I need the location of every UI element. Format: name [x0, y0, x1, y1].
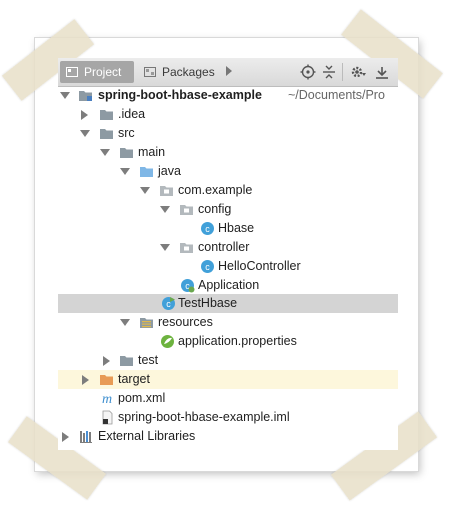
tree-row-idea[interactable]: .idea: [58, 105, 398, 124]
collapse-arrow-icon[interactable]: [81, 110, 88, 120]
test-class-icon: c: [162, 297, 175, 310]
tree-row-java[interactable]: java: [58, 162, 398, 181]
tree-row-test-hbase[interactable]: c TestHbase: [58, 294, 398, 313]
test-label: test: [138, 353, 159, 367]
expand-arrow-icon[interactable]: [60, 92, 70, 99]
tree-row-resources[interactable]: resources: [58, 313, 398, 332]
pom-label: pom.xml: [118, 391, 166, 405]
project-toolbar: Project Packages: [58, 58, 398, 87]
folder-icon: [100, 129, 113, 139]
class-icon: c: [201, 260, 214, 273]
expand-arrow-icon[interactable]: [100, 149, 110, 156]
package-label: com.example: [178, 183, 253, 197]
svg-text:c: c: [205, 262, 210, 272]
tree-row-iml[interactable]: spring-boot-hbase-example.iml: [58, 408, 398, 427]
tree-row-package[interactable]: com.example: [58, 181, 398, 200]
project-tool-window: Project Packages spring-boot-hbase-examp…: [58, 58, 398, 450]
expand-arrow-icon[interactable]: [120, 319, 130, 326]
expand-arrow-icon[interactable]: [80, 130, 90, 137]
target-icon[interactable]: [300, 64, 316, 80]
hello-controller-label: HelloController: [218, 259, 301, 273]
resources-folder-icon: [140, 318, 153, 328]
source-folder-icon: [140, 167, 153, 177]
src-label: src: [118, 126, 135, 140]
libraries-icon: [80, 431, 92, 443]
packages-view-icon: [144, 67, 156, 77]
module-file-icon: [102, 410, 113, 425]
java-label: java: [158, 164, 181, 178]
package-icon: [180, 243, 193, 253]
expand-arrow-icon[interactable]: [160, 206, 170, 213]
tab-project[interactable]: Project: [60, 61, 134, 83]
resources-label: resources: [158, 315, 213, 329]
maven-icon: m: [102, 392, 112, 406]
tree-row-external-libraries[interactable]: External Libraries: [58, 427, 398, 446]
tab-packages[interactable]: Packages: [138, 61, 224, 83]
more-tabs-arrow-icon[interactable]: [226, 66, 232, 76]
svg-text:m: m: [102, 392, 112, 406]
excluded-folder-icon: [100, 375, 113, 385]
expand-arrow-icon[interactable]: [160, 244, 170, 251]
tree-row-hello-controller[interactable]: c HelloController: [58, 257, 398, 276]
test-hbase-label: TestHbase: [178, 296, 238, 310]
collapse-arrow-icon[interactable]: [62, 432, 69, 442]
iml-label: spring-boot-hbase-example.iml: [118, 410, 290, 424]
expand-arrow-icon[interactable]: [120, 168, 130, 175]
tree-row-controller[interactable]: controller: [58, 238, 398, 257]
package-icon: [160, 186, 173, 196]
expand-arrow-icon[interactable]: [140, 187, 150, 194]
controller-label: controller: [198, 240, 250, 254]
project-path: ~/Documents/Pro: [288, 88, 385, 102]
collapse-all-icon[interactable]: [321, 64, 337, 80]
module-folder-icon: [79, 91, 92, 101]
class-icon: c: [201, 222, 214, 235]
external-libraries-label: External Libraries: [98, 429, 196, 443]
idea-label: .idea: [118, 107, 146, 121]
tab-project-label: Project: [84, 65, 122, 79]
tree-row-app-properties[interactable]: application.properties: [58, 332, 398, 351]
target-label: target: [118, 372, 150, 386]
folder-icon: [120, 148, 133, 158]
hbase-label: Hbase: [218, 221, 255, 235]
package-icon: [180, 205, 193, 215]
project-name: spring-boot-hbase-example: [98, 88, 262, 102]
runnable-class-icon: c: [181, 279, 195, 293]
tree-row-src[interactable]: src: [58, 124, 398, 143]
main-label: main: [138, 145, 166, 159]
spring-properties-icon: [161, 335, 174, 348]
tree-row-pom[interactable]: m pom.xml: [58, 389, 398, 408]
application-label: Application: [198, 278, 260, 292]
tree-row-hbase[interactable]: c Hbase: [58, 219, 398, 238]
folder-icon: [100, 110, 113, 120]
tree-row-config[interactable]: config: [58, 200, 398, 219]
tree-row-main[interactable]: main: [58, 143, 398, 162]
project-view-icon: [66, 67, 78, 77]
tree-row-target[interactable]: target: [58, 370, 398, 389]
app-properties-label: application.properties: [178, 334, 297, 348]
config-label: config: [198, 202, 232, 216]
gear-icon[interactable]: [350, 64, 366, 80]
folder-icon: [120, 356, 133, 366]
tree-row-project[interactable]: spring-boot-hbase-example ~/Documents/Pr…: [58, 86, 398, 105]
svg-text:c: c: [205, 224, 210, 234]
hide-icon[interactable]: [374, 64, 390, 80]
toolbar-separator: [342, 63, 343, 81]
tab-packages-label: Packages: [162, 65, 215, 79]
tree-row-application[interactable]: c Application: [58, 276, 398, 295]
collapse-arrow-icon[interactable]: [82, 375, 89, 385]
tree-row-test[interactable]: test: [58, 351, 398, 370]
collapse-arrow-icon[interactable]: [103, 356, 110, 366]
